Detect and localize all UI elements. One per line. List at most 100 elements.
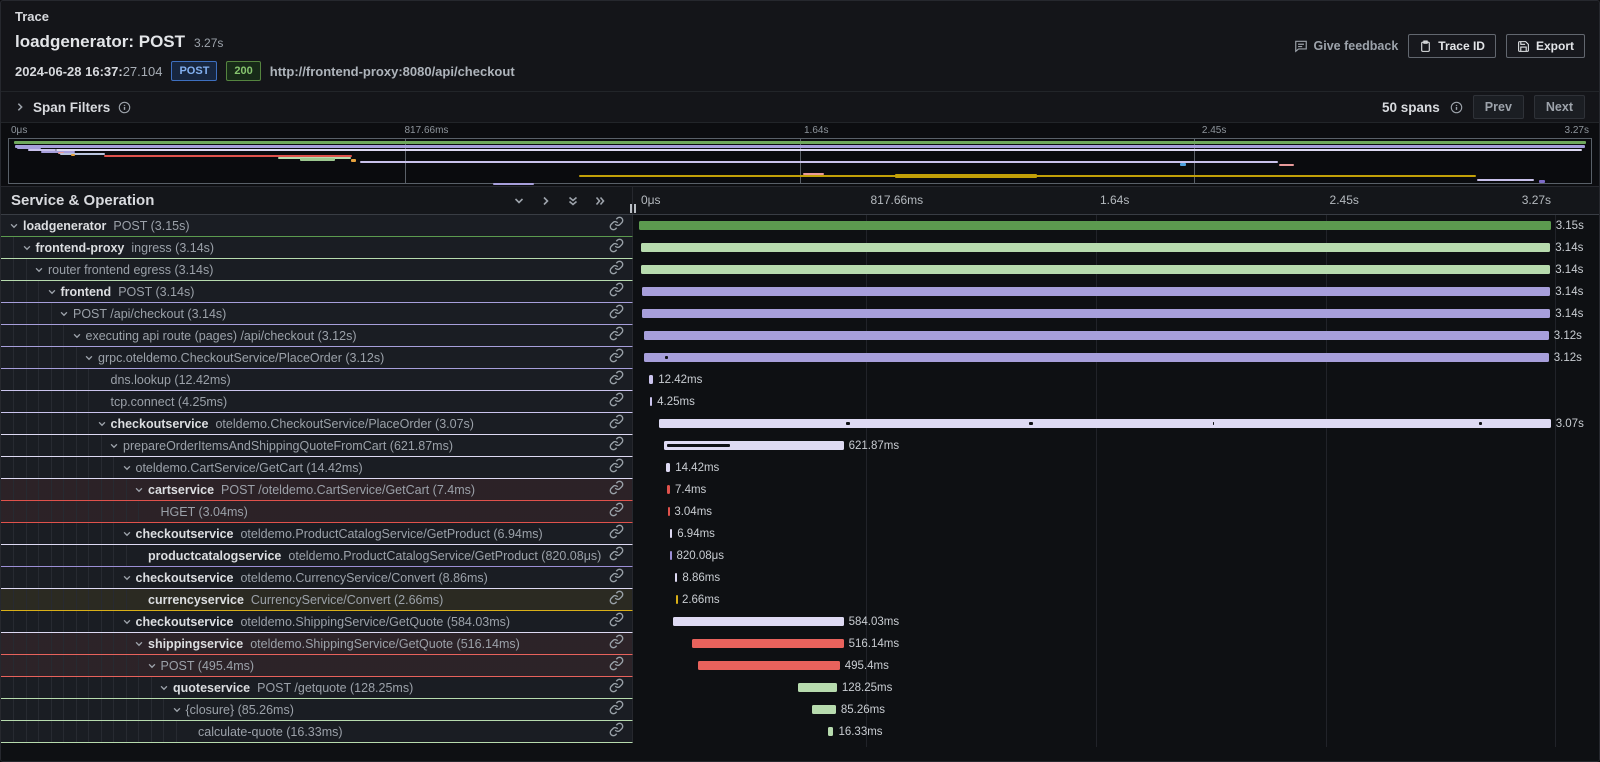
span-bar[interactable]: [692, 639, 844, 648]
span-link-icon[interactable]: [609, 634, 624, 654]
span-row-label[interactable]: currencyserviceCurrencyService/Convert (…: [1, 589, 633, 611]
give-feedback-link[interactable]: Give feedback: [1294, 39, 1399, 53]
span-row[interactable]: {closure} (85.26ms)85.26ms: [1, 699, 1599, 721]
span-row[interactable]: loadgeneratorPOST (3.15s)3.15s: [1, 215, 1599, 237]
info-icon[interactable]: [118, 101, 131, 114]
span-bar[interactable]: [666, 463, 670, 472]
span-bar[interactable]: [642, 287, 1551, 296]
span-bar[interactable]: [675, 573, 678, 582]
span-bar[interactable]: [670, 529, 673, 538]
span-row-label[interactable]: productcatalogserviceoteldemo.ProductCat…: [1, 545, 633, 567]
span-link-icon[interactable]: [609, 348, 624, 368]
span-filters-toggle[interactable]: Span Filters: [15, 100, 131, 115]
next-button[interactable]: Next: [1534, 95, 1585, 119]
span-bar[interactable]: [673, 617, 843, 626]
span-row-label[interactable]: prepareOrderItemsAndShippingQuoteFromCar…: [1, 435, 633, 457]
trace-id-button[interactable]: Trace ID: [1408, 34, 1496, 58]
span-bar[interactable]: [639, 221, 1551, 230]
span-row[interactable]: quoteservicePOST /getquote (128.25ms)128…: [1, 677, 1599, 699]
span-bar[interactable]: [642, 309, 1550, 318]
span-row[interactable]: checkoutserviceoteldemo.CheckoutService/…: [1, 413, 1599, 435]
collapse-chevron-icon[interactable]: [47, 287, 61, 297]
span-row-label[interactable]: dns.lookup (12.42ms): [1, 369, 633, 391]
span-row-label[interactable]: checkoutserviceoteldemo.ProductCatalogSe…: [1, 523, 633, 545]
span-link-icon[interactable]: [609, 370, 624, 390]
span-bar[interactable]: [828, 727, 833, 736]
span-row-label[interactable]: cartservicePOST /oteldemo.CartService/Ge…: [1, 479, 633, 501]
span-bar[interactable]: [644, 331, 1549, 340]
collapse-chevron-icon[interactable]: [172, 705, 186, 715]
span-row-label[interactable]: router frontend egress (3.14s): [1, 259, 633, 281]
span-row-label[interactable]: tcp.connect (4.25ms): [1, 391, 633, 413]
span-bar[interactable]: [644, 353, 1549, 362]
span-row[interactable]: HGET (3.04ms)3.04ms: [1, 501, 1599, 523]
expand-one-icon[interactable]: [513, 195, 525, 207]
collapse-chevron-icon[interactable]: [122, 617, 136, 627]
span-row[interactable]: checkoutserviceoteldemo.ShippingService/…: [1, 611, 1599, 633]
span-row-label[interactable]: executing api route (pages) /api/checkou…: [1, 325, 633, 347]
span-row-label[interactable]: POST /api/checkout (3.14s): [1, 303, 633, 325]
span-row-label[interactable]: frontendPOST (3.14s): [1, 281, 633, 303]
span-link-icon[interactable]: [609, 238, 624, 258]
collapse-chevron-icon[interactable]: [122, 529, 136, 539]
collapse-all-icon[interactable]: [594, 195, 606, 207]
span-link-icon[interactable]: [609, 524, 624, 544]
minimap-canvas[interactable]: [8, 138, 1592, 184]
span-link-icon[interactable]: [609, 282, 624, 302]
span-row-label[interactable]: HGET (3.04ms): [1, 501, 633, 523]
column-resize-handle[interactable]: [630, 204, 636, 213]
span-link-icon[interactable]: [609, 436, 624, 456]
prev-button[interactable]: Prev: [1473, 95, 1524, 119]
span-link-icon[interactable]: [609, 656, 624, 676]
span-link-icon[interactable]: [609, 260, 624, 280]
span-link-icon[interactable]: [609, 700, 624, 720]
span-bar[interactable]: [798, 683, 837, 692]
collapse-one-icon[interactable]: [540, 195, 552, 207]
span-row-label[interactable]: checkoutserviceoteldemo.CheckoutService/…: [1, 413, 633, 435]
span-link-icon[interactable]: [609, 568, 624, 588]
span-row[interactable]: executing api route (pages) /api/checkou…: [1, 325, 1599, 347]
span-link-icon[interactable]: [609, 502, 624, 522]
span-row[interactable]: prepareOrderItemsAndShippingQuoteFromCar…: [1, 435, 1599, 457]
span-link-icon[interactable]: [609, 304, 624, 324]
span-row[interactable]: currencyserviceCurrencyService/Convert (…: [1, 589, 1599, 611]
span-row[interactable]: router frontend egress (3.14s)3.14s: [1, 259, 1599, 281]
span-row[interactable]: shippingserviceoteldemo.ShippingService/…: [1, 633, 1599, 655]
span-row-label[interactable]: calculate-quote (16.33ms): [1, 721, 633, 743]
span-bar[interactable]: [649, 375, 653, 384]
info-icon[interactable]: [1450, 101, 1463, 114]
collapse-chevron-icon[interactable]: [122, 573, 136, 583]
collapse-chevron-icon[interactable]: [134, 639, 148, 649]
span-bar[interactable]: [676, 595, 678, 604]
span-bar[interactable]: [812, 705, 836, 714]
span-row[interactable]: checkoutserviceoteldemo.ProductCatalogSe…: [1, 523, 1599, 545]
collapse-chevron-icon[interactable]: [134, 485, 148, 495]
collapse-chevron-icon[interactable]: [97, 419, 111, 429]
span-link-icon[interactable]: [609, 722, 624, 742]
span-link-icon[interactable]: [609, 216, 624, 236]
span-bar[interactable]: [670, 551, 672, 560]
expand-all-icon[interactable]: [567, 195, 579, 207]
collapse-chevron-icon[interactable]: [84, 353, 98, 363]
span-row-label[interactable]: quoteservicePOST /getquote (128.25ms): [1, 677, 633, 699]
collapse-chevron-icon[interactable]: [34, 265, 48, 275]
collapse-chevron-icon[interactable]: [109, 441, 123, 451]
span-link-icon[interactable]: [609, 612, 624, 632]
span-row-label[interactable]: grpc.oteldemo.CheckoutService/PlaceOrder…: [1, 347, 633, 369]
span-row[interactable]: tcp.connect (4.25ms)4.25ms: [1, 391, 1599, 413]
span-row[interactable]: checkoutserviceoteldemo.CurrencyService/…: [1, 567, 1599, 589]
span-row-label[interactable]: shippingserviceoteldemo.ShippingService/…: [1, 633, 633, 655]
span-row-label[interactable]: checkoutserviceoteldemo.ShippingService/…: [1, 611, 633, 633]
collapse-chevron-icon[interactable]: [72, 331, 86, 341]
span-bar[interactable]: [641, 243, 1550, 252]
export-button[interactable]: Export: [1506, 34, 1585, 58]
span-link-icon[interactable]: [609, 590, 624, 610]
span-row[interactable]: frontendPOST (3.14s)3.14s: [1, 281, 1599, 303]
span-row-label[interactable]: POST (495.4ms): [1, 655, 633, 677]
span-row[interactable]: productcatalogserviceoteldemo.ProductCat…: [1, 545, 1599, 567]
span-row-label[interactable]: {closure} (85.26ms): [1, 699, 633, 721]
span-row-label[interactable]: frontend-proxyingress (3.14s): [1, 237, 633, 259]
collapse-chevron-icon[interactable]: [147, 661, 161, 671]
collapse-chevron-icon[interactable]: [9, 221, 23, 231]
span-row[interactable]: oteldemo.CartService/GetCart (14.42ms)14…: [1, 457, 1599, 479]
